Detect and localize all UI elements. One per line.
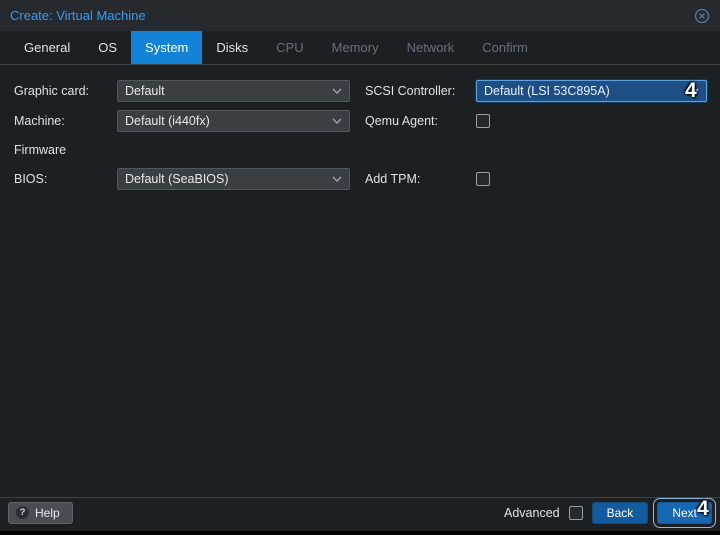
bios-select[interactable]: Default (SeaBIOS)	[117, 168, 350, 190]
graphic-card-value: Default	[125, 84, 326, 98]
qemu-agent-label: Qemu Agent:	[365, 110, 438, 132]
chevron-down-icon	[332, 118, 342, 124]
create-vm-dialog: Create: Virtual Machine General OS Syste…	[0, 0, 720, 535]
firmware-section-label: Firmware	[14, 143, 66, 157]
bios-value: Default (SeaBIOS)	[125, 172, 326, 186]
tab-disks[interactable]: Disks	[202, 31, 262, 64]
tab-memory: Memory	[318, 31, 393, 64]
scsi-controller-value: Default (LSI 53C895A)	[484, 84, 683, 98]
dialog-surface: Create: Virtual Machine General OS Syste…	[0, 0, 720, 531]
help-button[interactable]: ? Help	[8, 502, 73, 524]
tab-network: Network	[393, 31, 469, 64]
help-button-label: Help	[35, 506, 60, 520]
chevron-down-icon	[332, 176, 342, 182]
add-tpm-checkbox[interactable]	[476, 172, 490, 186]
advanced-label: Advanced	[504, 506, 560, 520]
tab-system[interactable]: System	[131, 31, 202, 64]
close-icon[interactable]	[694, 8, 710, 24]
bios-label: BIOS:	[14, 168, 47, 190]
tab-general[interactable]: General	[10, 31, 84, 64]
tab-os[interactable]: OS	[84, 31, 131, 64]
machine-select[interactable]: Default (i440fx)	[117, 110, 350, 132]
next-button[interactable]: Next	[657, 502, 712, 524]
dialog-titlebar: Create: Virtual Machine	[0, 0, 720, 31]
system-tab-panel: Graphic card: Default Machine: Default (…	[0, 66, 720, 498]
help-icon: ?	[16, 506, 29, 519]
machine-label: Machine:	[14, 110, 65, 132]
advanced-checkbox[interactable]	[569, 506, 583, 520]
dialog-title: Create: Virtual Machine	[10, 8, 146, 23]
tab-confirm: Confirm	[468, 31, 542, 64]
qemu-agent-checkbox[interactable]	[476, 114, 490, 128]
tab-cpu: CPU	[262, 31, 317, 64]
add-tpm-label: Add TPM:	[365, 168, 420, 190]
graphic-card-label: Graphic card:	[14, 80, 89, 102]
wizard-tabbar: General OS System Disks CPU Memory Netwo…	[0, 31, 720, 65]
machine-value: Default (i440fx)	[125, 114, 326, 128]
scsi-controller-label: SCSI Controller:	[365, 80, 455, 102]
scsi-controller-combo[interactable]: Default (LSI 53C895A)	[476, 80, 707, 102]
chevron-down-icon	[332, 88, 342, 94]
chevron-down-icon	[689, 88, 699, 94]
wizard-footer: ? Help Advanced Back Next	[0, 497, 720, 527]
graphic-card-select[interactable]: Default	[117, 80, 350, 102]
back-button[interactable]: Back	[592, 502, 649, 524]
